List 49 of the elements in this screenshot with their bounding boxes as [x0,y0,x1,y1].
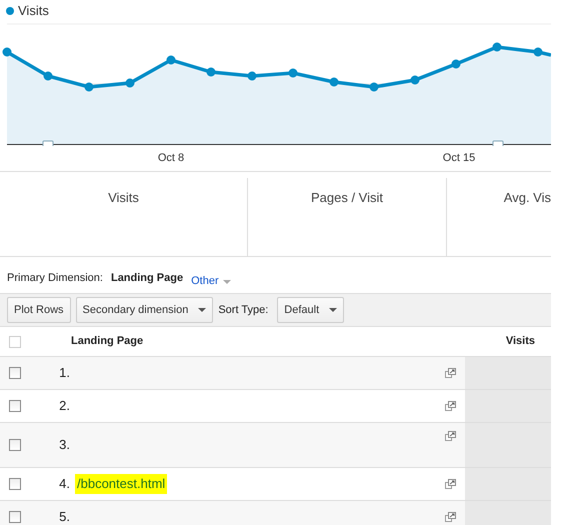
data-point[interactable] [370,82,378,92]
data-point[interactable] [248,72,256,80]
column-header: Landing Page [71,334,144,350]
select-all-checkbox[interactable] [9,336,21,348]
open-external-icon[interactable] [445,431,456,441]
annotation-icon[interactable] [492,140,504,146]
dimension-option[interactable]: Landing Page [110,270,184,293]
axis-label: Oct 8 [158,151,184,166]
column-header: Visits [506,334,535,350]
metric-tab[interactable]: Avg. Vis [504,188,551,256]
annotation-icon[interactable] [42,140,54,146]
data-point[interactable] [492,42,502,52]
metric-tab[interactable]: Pages / Visit [310,188,384,256]
row-checkbox[interactable] [9,439,21,451]
sort-type-dropdown[interactable]: Default [277,297,344,323]
data-point[interactable] [534,48,542,56]
row-checkbox[interactable] [9,400,21,412]
open-external-icon[interactable] [445,479,456,489]
row-number: 4. [58,475,70,494]
data-point[interactable] [84,82,94,92]
data-point[interactable] [452,60,460,68]
row-number: 2. [58,397,70,416]
data-point[interactable] [166,56,176,64]
sort-type-label: Sort Type: [218,302,268,318]
legend-dot [6,7,14,15]
data-point[interactable] [410,76,420,84]
landing-page-link[interactable]: /bbcontest.html [75,474,168,494]
row-number: 3. [58,436,70,454]
open-external-icon[interactable] [445,401,456,411]
row-number: 5. [58,508,70,525]
data-point[interactable] [288,68,298,78]
row-checkbox[interactable] [9,511,21,523]
axis-label: Oct 15 [442,151,476,166]
metric-tab[interactable]: Visits [108,188,139,256]
data-point[interactable] [2,48,12,56]
plot-rows-button[interactable]: Plot Rows [7,297,71,323]
row-number: 1. [58,364,70,382]
open-external-icon[interactable] [445,368,456,378]
data-point[interactable] [330,78,338,86]
row-checkbox[interactable] [9,367,21,379]
dimension-label: Primary Dimension: [7,271,103,286]
other-dropdown[interactable]: Other [191,270,231,293]
data-point[interactable] [206,68,216,76]
open-external-icon[interactable] [445,512,456,522]
secondary-dimension-dropdown[interactable]: Secondary dimension [76,297,214,323]
data-point[interactable] [126,78,134,88]
legend-label: Visits [18,2,49,20]
data-point[interactable] [44,72,52,80]
row-checkbox[interactable] [9,478,21,490]
